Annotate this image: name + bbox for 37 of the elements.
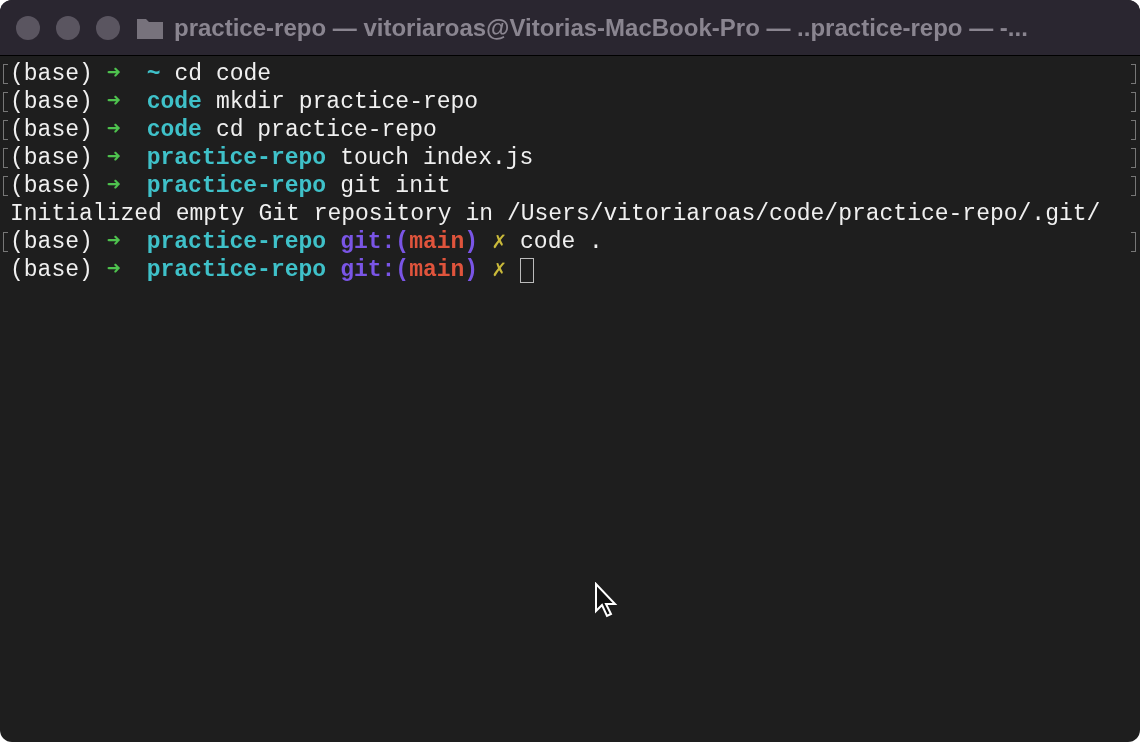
command-text: git init [340,172,451,200]
command-text: cd code [174,60,272,88]
command-text: cd practice-repo [215,116,437,144]
current-directory: practice-repo [146,228,327,256]
mouse-pointer-icon [594,582,618,618]
close-button[interactable] [16,15,40,40]
current-directory: ~ [146,60,161,88]
output-line: Initialized empty Git repository in /Users/vitoriaroas/code/practice-repo/.git/ [10,200,1101,228]
conda-env: (base) [10,60,93,88]
prompt-arrow: ➜ [106,116,121,144]
prompt-arrow: ➜ [106,172,121,200]
command-text: touch index.js [340,144,534,172]
current-directory: practice-repo [146,256,327,284]
minimize-button[interactable] [56,15,80,40]
prompt-arrow: ➜ [106,60,121,88]
command-text: code . [520,228,603,256]
conda-env: (base) [10,256,93,284]
conda-env: (base) [10,172,93,200]
git-status: git:(main) [340,228,479,256]
git-status: git:(main) [340,256,479,284]
conda-env: (base) [10,116,93,144]
prompt-arrow: ➜ [106,144,121,172]
conda-env: (base) [10,228,93,256]
current-directory: code [146,116,202,144]
prompt-arrow: ➜ [106,88,121,116]
dirty-mark: ✗ [492,256,507,284]
current-directory: practice-repo [146,144,327,172]
prompt-arrow: ➜ [106,256,121,284]
dirty-mark: ✗ [492,228,507,256]
current-directory: practice-repo [146,172,327,200]
prompt-arrow: ➜ [106,228,121,256]
zoom-button[interactable] [96,15,120,40]
conda-env: (base) [10,144,93,172]
window-title: practice-repo — vitoriaroas@Vitorias-MacBook-Pro — ..practice-repo — -... [174,12,1028,43]
command-text: mkdir practice-repo [215,88,479,116]
conda-env: (base) [10,88,93,116]
current-directory: code [146,88,202,116]
